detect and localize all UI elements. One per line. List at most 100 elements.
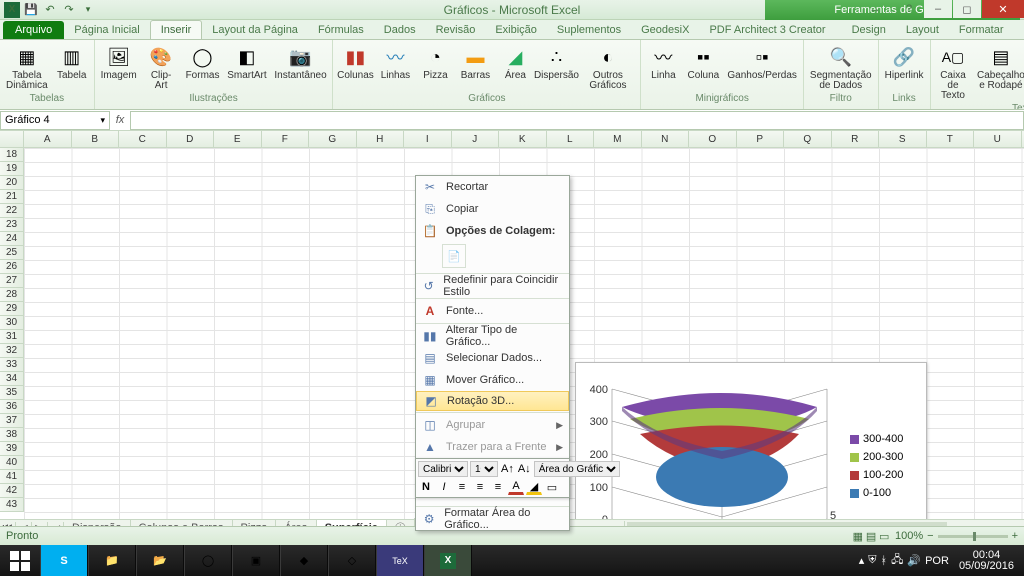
fill-color-icon[interactable]: ◢ (526, 479, 542, 495)
screenshot-button[interactable]: 📷Instantâneo (273, 42, 329, 83)
window-maximize-button[interactable]: ◻ (953, 0, 981, 18)
ctx-font[interactable]: AFonte... (416, 300, 569, 322)
qat-redo-icon[interactable]: ↷ (61, 2, 77, 18)
tray-clock[interactable]: 00:0405/09/2016 (953, 550, 1020, 572)
picture-button[interactable]: 🖼Imagem (99, 42, 139, 83)
bold-button[interactable]: N (418, 479, 434, 495)
tray-up-icon[interactable]: ▴ (859, 554, 865, 567)
tab-addins[interactable]: Suplementos (547, 21, 631, 39)
ctx-3d-rotation[interactable]: ◩Rotação 3D... (416, 391, 569, 411)
view-normal-icon[interactable]: ▦ (853, 530, 863, 543)
chart-legend[interactable]: 300-400 200-300 100-200 0-100 (850, 433, 920, 499)
tab-review[interactable]: Revisão (426, 21, 486, 39)
tab-layout[interactable]: Layout (896, 21, 949, 39)
tray-net-icon[interactable]: 🖧 (891, 551, 903, 570)
sparkline-winloss-button[interactable]: ▫▪Ganhos/Perdas (725, 42, 799, 83)
task-app2[interactable]: ▣ (232, 545, 280, 576)
italic-button[interactable]: I (436, 479, 452, 495)
tab-geodesix[interactable]: GeodesiX (631, 21, 699, 39)
task-chrome[interactable]: ◯ (184, 545, 232, 576)
mini-size-combo[interactable]: 10 (470, 461, 498, 477)
chart-column-button[interactable]: ▮▮Colunas (337, 42, 373, 83)
ctx-format-chart-area[interactable]: ⚙Formatar Área do Gráfico... (416, 508, 569, 530)
zoom-out-icon[interactable]: − (927, 530, 933, 542)
task-inkscape[interactable]: ◇ (328, 545, 376, 576)
ctx-cut[interactable]: ✂Recortar (416, 176, 569, 198)
formula-bar[interactable] (130, 111, 1024, 130)
tab-formulas[interactable]: Fórmulas (308, 21, 374, 39)
ctx-copy[interactable]: ⎘Copiar (416, 198, 569, 220)
tray-vol-icon[interactable]: 🔊 (907, 554, 921, 567)
grow-font-icon[interactable]: A↑ (500, 461, 515, 477)
ctx-select-data[interactable]: ▤Selecionar Dados... (416, 347, 569, 369)
chevron-down-icon[interactable]: ▾ (100, 115, 105, 126)
start-button[interactable] (0, 545, 40, 576)
hyperlink-button[interactable]: 🔗Hiperlink (883, 42, 926, 83)
ctx-move-chart[interactable]: ▦Mover Gráfico... (416, 369, 569, 391)
align-center-icon[interactable]: ≡ (472, 479, 488, 495)
tray-bt-icon[interactable]: ᚼ (881, 555, 888, 567)
table-button[interactable]: ▥Tabela (54, 42, 90, 83)
align-left-icon[interactable]: ≡ (454, 479, 470, 495)
chart-line-button[interactable]: 〰Linhas (377, 42, 413, 83)
pivot-table-button[interactable]: ▦Tabela Dinâmica (4, 42, 50, 93)
qat-undo-icon[interactable]: ↶ (42, 2, 58, 18)
zoom-level[interactable]: 100% (895, 530, 923, 542)
window-close-button[interactable]: ✕ (982, 0, 1024, 18)
smartart-button[interactable]: ◧SmartArt (225, 42, 268, 83)
task-excel[interactable]: X (424, 545, 472, 576)
chart-other-button[interactable]: ◐Outros Gráficos (579, 42, 636, 93)
header-footer-button[interactable]: ▤Cabeçalho e Rodapé (975, 42, 1024, 93)
zoom-slider[interactable] (938, 535, 1008, 538)
task-explorer[interactable]: 📁 (88, 545, 136, 576)
outline-icon[interactable]: ▭ (544, 479, 560, 495)
sparkline-line-button[interactable]: 〰Linha (645, 42, 681, 83)
chart-scatter-button[interactable]: ∴Dispersão (537, 42, 575, 83)
column-headers[interactable]: ABCDEFGHIJKLMNOPQRSTU (24, 131, 1024, 148)
slicer-button[interactable]: 🔍Segmentação de Dados (808, 42, 874, 93)
select-all-corner[interactable] (0, 131, 24, 148)
tab-file[interactable]: Arquivo (3, 21, 64, 39)
ctx-reset-style[interactable]: ↺Redefinir para Coincidir Estilo (416, 275, 569, 297)
chart-object[interactable]: 400300 2001000 -7-6-5 -4-3-2 -101 (575, 362, 927, 519)
view-layout-icon[interactable]: ▤ (866, 530, 876, 543)
chart-bar-button[interactable]: ▬Barras (457, 42, 493, 83)
system-tray[interactable]: ▴ ⛨ ᚼ 🖧 🔊 POR 00:0405/09/2016 (855, 550, 1024, 572)
task-explorer2[interactable]: 📂 (136, 545, 184, 576)
view-break-icon[interactable]: ▭ (879, 530, 889, 543)
ribbon-help-icon[interactable]: ? (895, 0, 923, 18)
chart-pie-button[interactable]: ◔Pizza (417, 42, 453, 83)
task-vbox[interactable]: ◆ (280, 545, 328, 576)
row-headers[interactable]: 1819202122232425262728293031323334353637… (0, 148, 24, 512)
tab-pdf[interactable]: PDF Architect 3 Creator (699, 21, 835, 39)
paste-default-icon[interactable]: 📄 (442, 244, 466, 268)
chart-area-button[interactable]: ◢Área (497, 42, 533, 83)
qat-save-icon[interactable]: 💾 (23, 2, 39, 18)
window-minimize-button[interactable]: – (924, 0, 952, 18)
ribbon-help-icon[interactable]: ↔ (861, 0, 889, 18)
tab-insert[interactable]: Inserir (150, 20, 203, 39)
shrink-font-icon[interactable]: A↓ (517, 461, 532, 477)
font-color-icon[interactable]: A (508, 479, 524, 495)
clipart-button[interactable]: 🎨Clip-Art (143, 42, 180, 93)
tab-design[interactable]: Design (842, 21, 896, 39)
ctx-paste-options[interactable]: 📄 (416, 242, 569, 272)
ctx-change-chart-type[interactable]: ▮▮Alterar Tipo de Gráfico... (416, 325, 569, 347)
task-skype[interactable]: S (40, 545, 88, 576)
fx-icon[interactable]: fx (110, 114, 130, 126)
name-box-input[interactable] (5, 114, 81, 126)
mini-chart-element-combo[interactable]: Área do Gráfico (534, 461, 620, 477)
mini-font-combo[interactable]: Calibri (C (418, 461, 468, 477)
tab-format[interactable]: Formatar (949, 21, 1014, 39)
tab-view[interactable]: Exibição (485, 21, 547, 39)
qat-dropdown-icon[interactable]: ▾ (80, 2, 96, 18)
task-tex[interactable]: TeX (376, 545, 424, 576)
tray-shield-icon[interactable]: ⛨ (868, 554, 876, 567)
tab-page-layout[interactable]: Layout da Página (202, 21, 308, 39)
chart-plot-area[interactable]: 400300 2001000 -7-6-5 -4-3-2 -101 (582, 369, 842, 519)
zoom-in-icon[interactable]: + (1012, 530, 1018, 542)
sparkline-column-button[interactable]: ▪▪Coluna (685, 42, 721, 83)
name-box[interactable]: ▾ (0, 111, 110, 130)
align-right-icon[interactable]: ≡ (490, 479, 506, 495)
textbox-button[interactable]: A▢Caixa de Texto (935, 42, 972, 103)
